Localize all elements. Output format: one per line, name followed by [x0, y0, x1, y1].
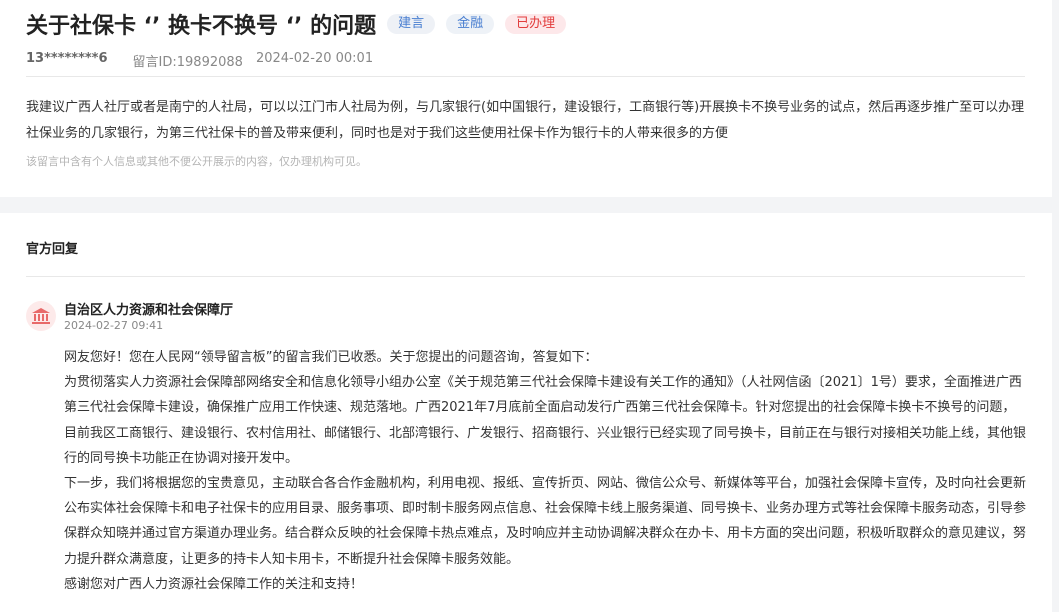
government-building-icon: [32, 308, 50, 324]
divider: [26, 76, 1025, 77]
title-row: 关于社保卡 ‘’ 换卡不换号 ‘’ 的问题 建言 金融 已办理: [26, 8, 567, 40]
user-id: 13********6: [26, 51, 108, 66]
status-badge: 已办理: [505, 14, 567, 34]
reply-paragraph: 网友您好！您在人民网“领导留言板”的留言我们已收悉。关于您提出的问题咨询，答复如…: [64, 350, 598, 365]
tag-category[interactable]: 建言: [387, 14, 436, 34]
tag-field[interactable]: 金融: [446, 14, 495, 34]
reply-paragraph: 为贯彻落实人力资源社会保障部网络安全和信息化领导小组办公室《关于规范第三代社会保…: [64, 375, 1027, 466]
reply-paragraph: 下一步，我们将根据您的宝贵意见，主动联合各合作金融机构，利用电视、报纸、宣传折页…: [64, 476, 1027, 567]
page-title: 关于社保卡 ‘’ 换卡不换号 ‘’ 的问题: [26, 14, 377, 39]
message-card: 关于社保卡 ‘’ 换卡不换号 ‘’ 的问题 建言 金融 已办理 13******…: [0, 0, 1052, 197]
reply-paragraph: 感谢您对广西人力资源社会保障工作的关注和支持！: [64, 576, 364, 592]
reply-content: 网友您好！您在人民网“领导留言板”的留言我们已收悉。关于您提出的问题咨询，答复如…: [64, 345, 1028, 597]
message-content: 我建议广西人社厅或者是南宁的人社局，可以以江门市人社局为例，与几家银行(如中国银…: [26, 100, 1025, 141]
message-date: 2024-02-20 00:01: [255, 51, 374, 66]
reply-date: 2024-02-27 09:41: [64, 319, 164, 332]
divider: [26, 276, 1025, 277]
message-meta: 13********6 留言ID:19892088 2024-02-20 00:…: [26, 51, 373, 70]
message-id: 留言ID:19892088: [132, 55, 243, 70]
privacy-notice: 该留言中含有个人信息或其他不便公开展示的内容，仅办理机构可见。: [26, 155, 367, 168]
section-title: 官方回复: [26, 242, 79, 257]
avatar: [26, 301, 56, 331]
org-name: 自治区人力资源和社会保障厅: [64, 303, 234, 318]
